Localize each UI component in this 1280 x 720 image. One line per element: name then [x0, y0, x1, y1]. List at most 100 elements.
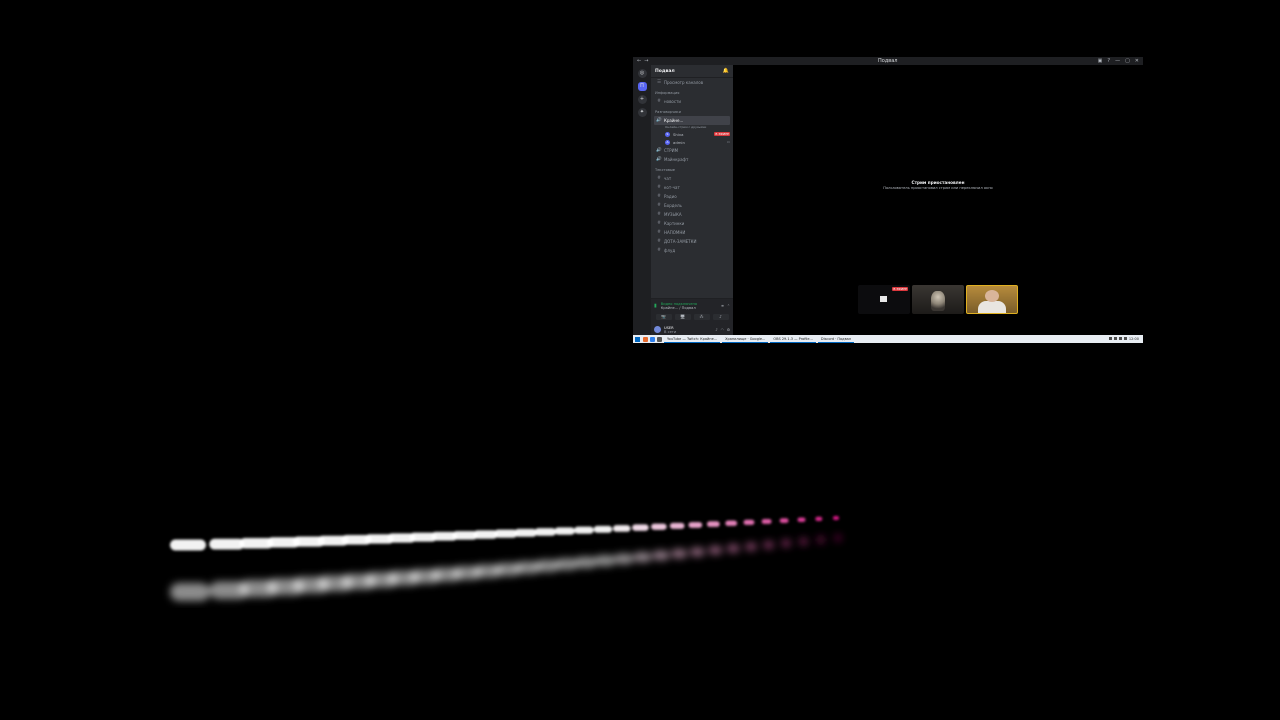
- taskbar-app[interactable]: Хранилище · Google...: [722, 336, 769, 343]
- speaker-icon: 🔊: [656, 118, 662, 123]
- category-text[interactable]: Текстовые: [651, 166, 733, 174]
- channel-label: новости: [664, 99, 681, 104]
- pinned-app-icon[interactable]: [643, 336, 648, 342]
- start-icon[interactable]: [635, 336, 640, 342]
- light-streak-dash: [652, 550, 670, 561]
- text-channel[interactable]: # Радио: [651, 192, 733, 201]
- pinned-app-icon[interactable]: [650, 336, 655, 342]
- light-streak-dash: [689, 547, 705, 557]
- category-label: Информация: [655, 91, 680, 95]
- voice-channel[interactable]: 🔊 Майнкрафт: [651, 155, 733, 164]
- person-body: [978, 301, 1006, 313]
- explore-icon[interactable]: ✦: [637, 108, 647, 117]
- disconnect-icon[interactable]: ⌃: [727, 304, 730, 308]
- server-name: Подвал: [655, 68, 675, 74]
- category-info[interactable]: Информация: [651, 89, 733, 97]
- forward-arrow-icon[interactable]: →: [644, 58, 648, 64]
- hash-icon: #: [657, 185, 661, 190]
- headphones-icon[interactable]: ◠: [721, 328, 724, 332]
- light-streak-dash: [797, 517, 806, 522]
- voice-channel[interactable]: 🔊 СТРИМ: [651, 146, 733, 155]
- tray-icon[interactable]: [1113, 337, 1117, 340]
- server-podval-icon[interactable]: П: [637, 82, 647, 91]
- voice-channel-path[interactable]: Крайне... / Подвал: [661, 306, 697, 310]
- user-status: В сети: [664, 329, 677, 334]
- clock[interactable]: 12:00: [1129, 337, 1139, 341]
- back-arrow-icon[interactable]: ←: [637, 58, 641, 64]
- speaker-icon: 🔊: [656, 157, 662, 162]
- server-header[interactable]: Подвал 🔔: [651, 65, 733, 78]
- browse-channels[interactable]: ☰ Просмотр каналов: [651, 78, 733, 87]
- channel-label: Крайне...: [664, 118, 684, 123]
- text-channel[interactable]: # чат: [651, 174, 733, 183]
- voice-channel-selected[interactable]: 🔊 Крайне...: [654, 116, 730, 125]
- light-streak-dash: [209, 538, 245, 550]
- text-channel[interactable]: # ДОТА-ЗАМЕТКИ: [651, 237, 733, 246]
- taskbar-app[interactable]: YouTube — Twitch: Крайне...: [664, 336, 721, 343]
- avatar: S: [665, 131, 670, 137]
- pinned-app-icon[interactable]: [657, 336, 662, 342]
- discord-home-icon[interactable]: ◎: [637, 69, 647, 78]
- channel-label: кот-чат: [664, 185, 680, 190]
- tray-icon[interactable]: [1108, 337, 1112, 340]
- avatar-tile-figure[interactable]: [912, 285, 964, 314]
- light-streak-dash: [671, 548, 688, 559]
- text-channel[interactable]: # НАПОМНИ: [651, 228, 733, 237]
- monitor-icon: [880, 296, 887, 302]
- light-streak-dash: [633, 552, 652, 563]
- maximize-button[interactable]: ▢: [1125, 58, 1130, 64]
- light-streak-dash: [761, 519, 772, 524]
- camera-icon: ▭: [726, 140, 730, 144]
- channel-label: МУЗЫКА: [664, 212, 682, 217]
- light-streak-dash: [745, 542, 757, 551]
- voice-member[interactable]: S Shiva В ЭФИРЕ: [651, 130, 733, 138]
- light-streak-dash: [763, 541, 774, 549]
- minimize-button[interactable]: —: [1115, 58, 1120, 64]
- avatar[interactable]: [654, 326, 661, 333]
- channel-label: Майнкрафт: [664, 157, 689, 162]
- mic-icon[interactable]: ♪: [715, 328, 717, 332]
- system-tray: 12:00: [1108, 337, 1143, 341]
- activity-button[interactable]: ⁂: [693, 314, 710, 320]
- add-server-icon[interactable]: +: [637, 95, 647, 104]
- inbox-icon[interactable]: ▣: [1098, 58, 1103, 64]
- soundboard-button[interactable]: ♪: [712, 314, 729, 320]
- text-channel[interactable]: # кот-чат: [651, 183, 733, 192]
- category-talk[interactable]: Разговорчики: [651, 108, 733, 116]
- window-controls: ▣ ? — ▢ ✕: [1098, 58, 1143, 64]
- taskbar-app[interactable]: Discord · Подвал: [817, 336, 855, 343]
- speaker-icon: 🔊: [656, 148, 662, 153]
- hash-icon: #: [657, 239, 661, 244]
- channel-label: чат: [664, 176, 672, 181]
- camera-button[interactable]: 📷: [655, 314, 672, 320]
- text-channel[interactable]: # флуд: [651, 246, 733, 255]
- tray-icon[interactable]: [1123, 337, 1127, 340]
- light-streak-dash: [575, 556, 597, 569]
- light-streak-dash: [817, 536, 825, 543]
- light-streak-dash: [651, 523, 667, 530]
- title-bar: ← → Подвал ▣ ? — ▢ ✕: [633, 57, 1143, 65]
- screen-share-tile[interactable]: В ЭФИРЕ: [858, 285, 910, 314]
- light-streak-dash: [170, 539, 206, 551]
- webcam-tile-person[interactable]: [966, 285, 1018, 314]
- light-streak-dash: [632, 524, 649, 531]
- help-icon[interactable]: ?: [1107, 58, 1110, 64]
- taskbar-app[interactable]: OBS 29.1.3 — Profile...: [770, 336, 816, 343]
- user-panel: USER В сети ♪ ◠ ⚙: [651, 324, 733, 335]
- light-streak-dash: [706, 521, 720, 527]
- tray-icon[interactable]: [1118, 337, 1122, 340]
- text-channel[interactable]: # Бордель: [651, 201, 733, 210]
- text-channel[interactable]: # Картинки: [651, 219, 733, 228]
- screen-share-button[interactable]: 🖥: [674, 314, 691, 320]
- light-streak-dash: [815, 516, 823, 521]
- voice-member[interactable]: A admin ▭: [651, 138, 733, 146]
- light-streak-dash: [669, 522, 685, 529]
- close-button[interactable]: ✕: [1135, 58, 1139, 64]
- gear-icon[interactable]: ⚙: [727, 328, 730, 332]
- text-channel[interactable]: # МУЗЫКА: [651, 210, 733, 219]
- server-list: ◎ П + ✦: [633, 65, 651, 335]
- bell-icon[interactable]: 🔔: [723, 68, 729, 74]
- light-streak-dash: [514, 528, 537, 537]
- channel-news[interactable]: # новости: [651, 97, 733, 106]
- noise-suppression-icon[interactable]: ≋: [721, 304, 724, 308]
